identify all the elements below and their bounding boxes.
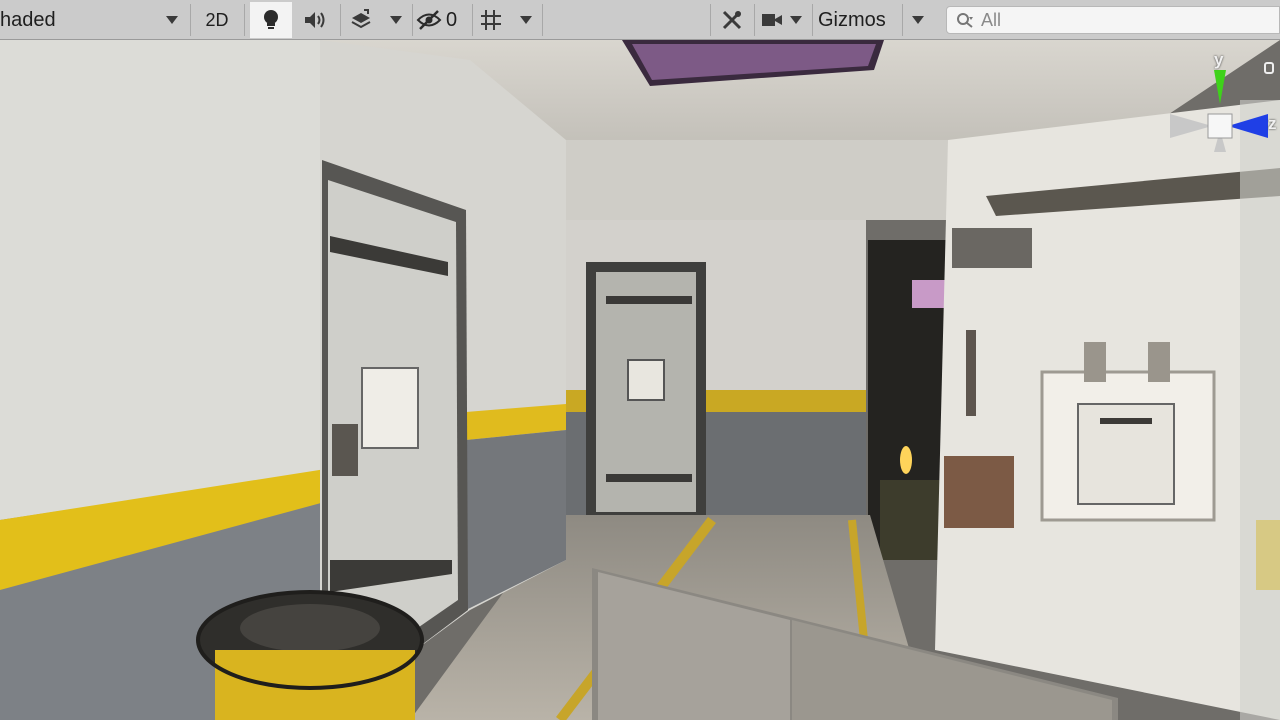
- eye-hidden-icon: [416, 10, 442, 30]
- axis-gizmo-icon: [1170, 70, 1268, 152]
- gizmos-dropdown-button[interactable]: [906, 2, 930, 38]
- audio-toggle-button[interactable]: [294, 2, 336, 38]
- tools-toggle-button[interactable]: [714, 2, 750, 38]
- camera-icon: [762, 14, 782, 26]
- scene-viewport[interactable]: y z: [0, 40, 1280, 720]
- hidden-count: 0: [446, 8, 458, 31]
- effects-toggle-button[interactable]: [344, 2, 378, 38]
- chevron-down-icon: [790, 16, 802, 24]
- search-icon: [957, 13, 973, 28]
- gizmo-z-label: z: [1268, 114, 1277, 133]
- gizmo-y-label: y: [1214, 50, 1224, 69]
- chevron-down-icon: [390, 16, 402, 24]
- camera-settings-button[interactable]: [760, 2, 808, 38]
- shading-mode-label: haded: [0, 8, 56, 31]
- gizmos-label: Gizmos: [818, 8, 886, 31]
- grid-toggle-button[interactable]: [476, 2, 506, 38]
- scene-toolbar: haded 2D 0 Gizmos All: [0, 0, 1280, 40]
- corridor-render: [0, 40, 1280, 720]
- 2d-toggle-label: 2D: [205, 9, 229, 30]
- speaker-icon: [305, 12, 325, 28]
- lighting-toggle-button[interactable]: [250, 2, 292, 38]
- grid-icon: [481, 10, 501, 30]
- search-placeholder: All: [981, 9, 1002, 30]
- scene-visibility-toggle[interactable]: 0: [416, 2, 468, 38]
- chevron-down-icon: [166, 16, 178, 24]
- layers-effects-icon: [351, 9, 371, 29]
- gizmos-button[interactable]: Gizmos: [818, 2, 898, 38]
- chevron-down-icon: [912, 16, 924, 24]
- tools-icon: [722, 10, 742, 30]
- lock-icon[interactable]: [1264, 62, 1274, 74]
- 2d-toggle-button[interactable]: 2D: [196, 2, 238, 38]
- lightbulb-icon: [264, 10, 278, 29]
- grid-dropdown-button[interactable]: [512, 2, 540, 38]
- effects-dropdown-button[interactable]: [382, 2, 410, 38]
- scene-search-field[interactable]: All: [946, 6, 1280, 34]
- orientation-gizmo[interactable]: y z: [1160, 50, 1280, 176]
- chevron-down-icon: [520, 16, 532, 24]
- shading-mode-dropdown[interactable]: haded: [0, 2, 184, 38]
